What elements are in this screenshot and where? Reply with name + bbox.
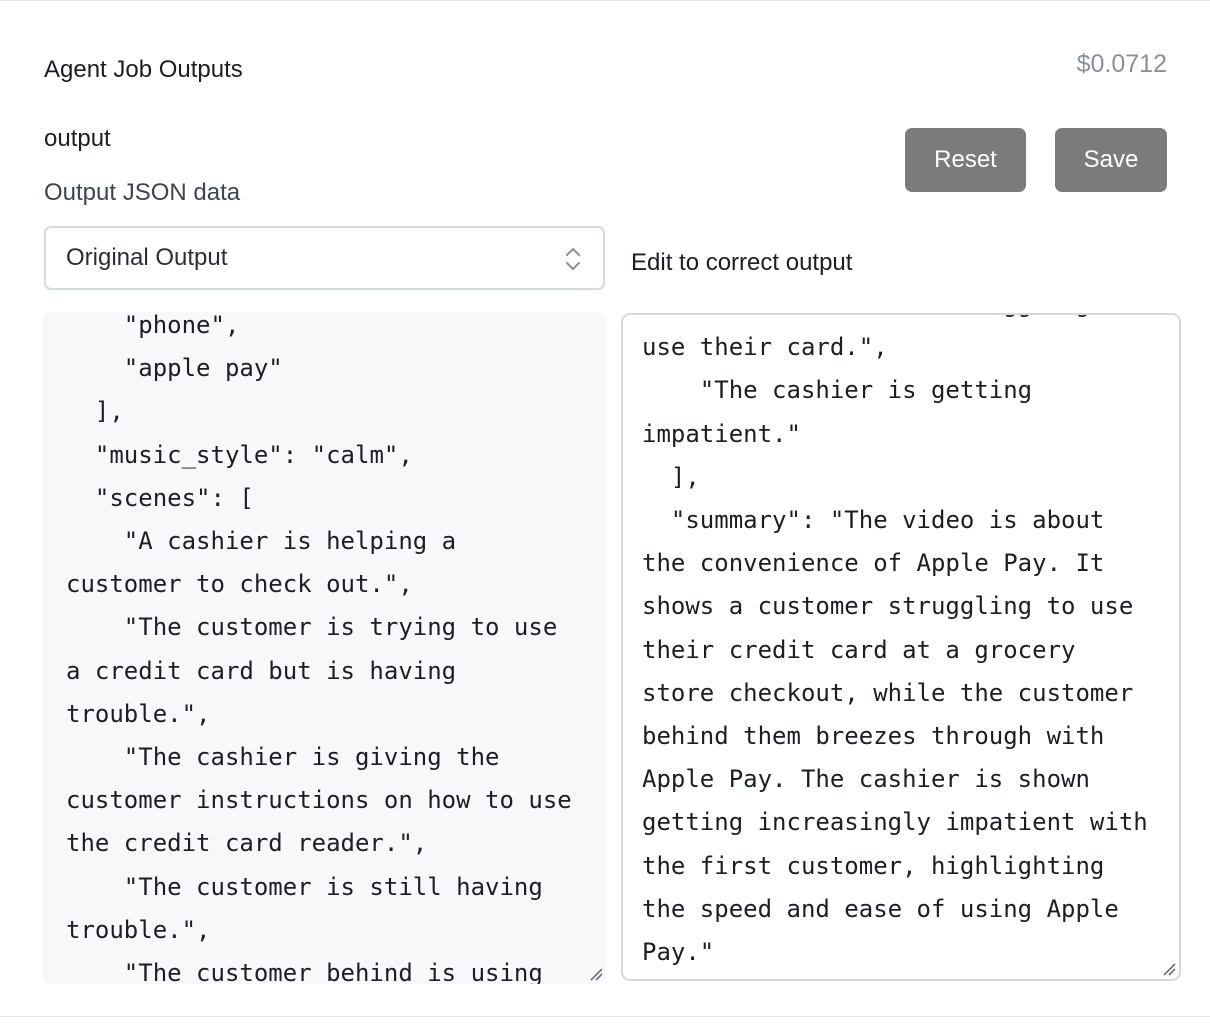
bottom-divider bbox=[0, 1016, 1210, 1017]
output-version-select[interactable]: Original Output bbox=[44, 226, 605, 290]
edit-output-label: Edit to correct output bbox=[631, 249, 853, 276]
cost-label: $0.0712 bbox=[1076, 50, 1167, 78]
original-output-code: "phone", "apple pay" ], "music_style": "… bbox=[66, 312, 572, 984]
edit-output-textarea[interactable]: "The customer is struggling to use their… bbox=[621, 313, 1181, 981]
save-button[interactable]: Save bbox=[1055, 128, 1167, 192]
resize-handle-icon[interactable] bbox=[1162, 962, 1176, 976]
edited-output-code: "The customer is struggling to use their… bbox=[642, 315, 1148, 967]
field-label: output bbox=[44, 125, 111, 152]
original-output-viewer[interactable]: "phone", "apple pay" ], "music_style": "… bbox=[43, 312, 606, 984]
chevron-up-down-icon bbox=[566, 248, 580, 270]
reset-button[interactable]: Reset bbox=[905, 128, 1026, 192]
agent-job-outputs-page: Agent Job Outputs $0.0712 output Output … bbox=[0, 0, 1210, 1032]
select-value: Original Output bbox=[66, 244, 228, 271]
page-title: Agent Job Outputs bbox=[44, 56, 243, 83]
resize-handle-icon[interactable] bbox=[589, 967, 603, 981]
field-description: Output JSON data bbox=[44, 179, 241, 206]
